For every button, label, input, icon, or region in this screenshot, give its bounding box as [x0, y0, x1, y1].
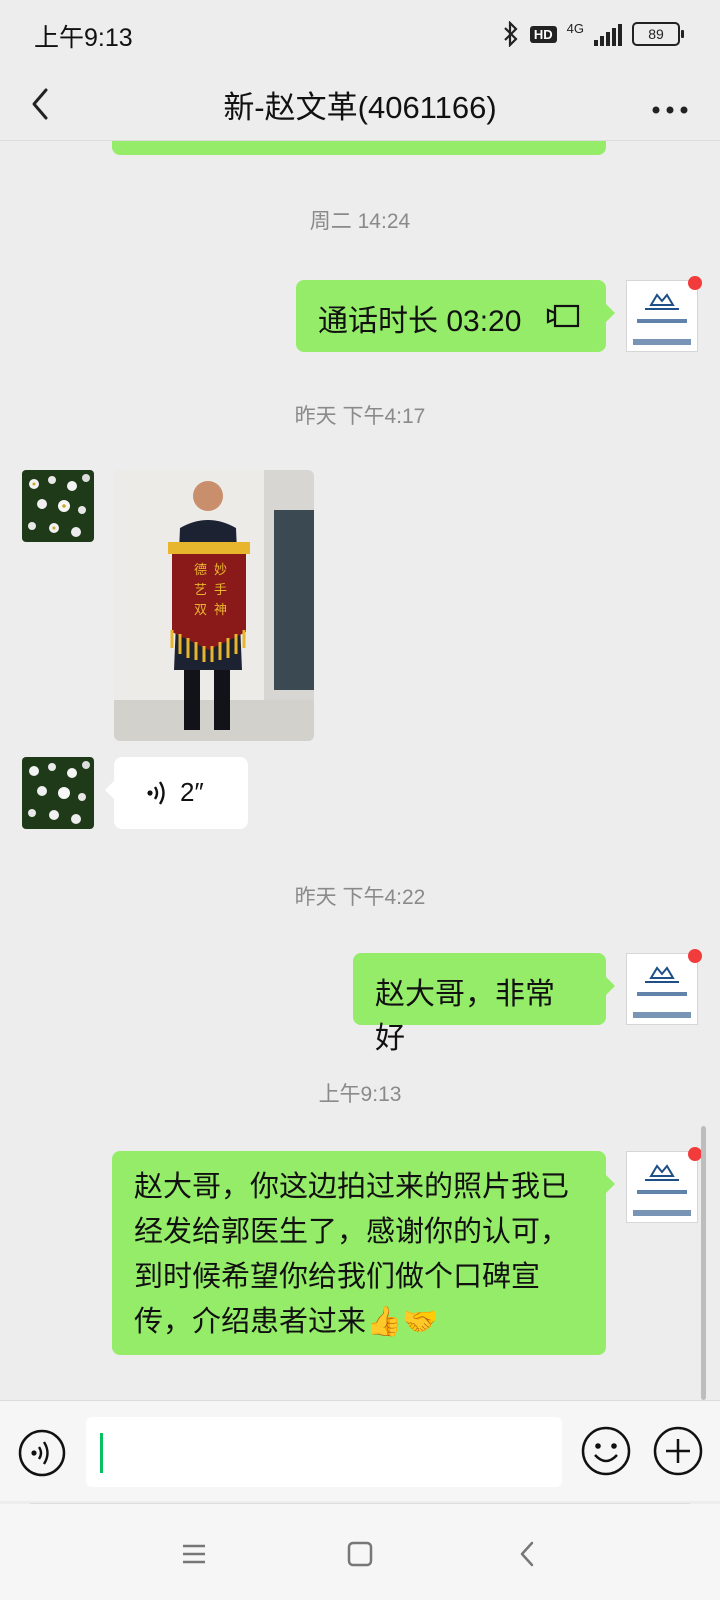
message-input[interactable] — [86, 1417, 562, 1487]
message-text: 赵大哥，非常好 — [375, 978, 555, 1055]
call-record-bubble[interactable]: 通话时长 03:20 — [296, 280, 615, 352]
message-bubble[interactable]: 赵大哥，你这边拍过来的照片我已经发给郭医生了，感谢你的认可，到时候希望你给我们做… — [112, 1151, 615, 1355]
my-avatar[interactable] — [626, 1147, 702, 1223]
my-avatar[interactable] — [626, 276, 702, 352]
more-functions-button[interactable] — [652, 1425, 704, 1477]
status-time: 上午9:13 — [34, 24, 133, 52]
flowers-avatar-image — [22, 757, 94, 829]
contact-avatar[interactable] — [22, 470, 94, 542]
video-call-icon — [546, 304, 580, 328]
hd-voice-icon: HD — [529, 25, 557, 43]
call-duration-text: 通话时长 03:20 — [318, 305, 522, 338]
clinic-logo — [633, 1164, 691, 1216]
banner-line-1: 妙 — [214, 563, 227, 578]
clinic-logo — [633, 293, 691, 345]
svg-text:手: 手 — [214, 583, 227, 598]
menu-icon — [183, 1544, 205, 1564]
status-bar: 上午9:13 HD 4G 89 — [0, 0, 720, 68]
voice-duration: 2″ — [180, 777, 204, 807]
text-cursor — [100, 1433, 103, 1473]
back-arrow-icon — [520, 1541, 534, 1567]
timestamp: 上午9:13 — [318, 1083, 402, 1106]
bluetooth-icon — [504, 21, 518, 47]
voice-icon — [18, 1429, 66, 1477]
emoji-icon — [581, 1426, 631, 1476]
signal-icon — [594, 22, 622, 46]
voice-wave-icon — [147, 781, 165, 805]
chat-scrollbar[interactable] — [701, 1126, 706, 1400]
more-button[interactable] — [646, 82, 694, 126]
status-icons: HD 4G 89 — [502, 18, 684, 50]
photo-image: 妙 手 神 德 艺 双 — [114, 470, 314, 741]
svg-text:双: 双 — [194, 603, 207, 618]
unread-dot — [688, 1147, 702, 1161]
voice-input-button[interactable] — [18, 1429, 66, 1477]
title-bar: 新-赵文革(4061166) — [0, 68, 720, 141]
timestamp: 昨天 下午4:17 — [294, 405, 426, 428]
battery-icon: 89 — [632, 22, 684, 46]
network-type: 4G — [566, 20, 584, 36]
unread-dot — [688, 949, 702, 963]
nav-home-button[interactable] — [336, 1530, 384, 1578]
nav-back-button[interactable] — [504, 1530, 552, 1578]
my-avatar[interactable] — [626, 949, 702, 1025]
input-bar — [0, 1400, 720, 1501]
system-nav-bar — [0, 1504, 720, 1600]
unread-dot — [688, 276, 702, 290]
nav-menu-button[interactable] — [170, 1530, 218, 1578]
emoji-button[interactable] — [580, 1425, 632, 1477]
message-text: 赵大哥，你这边拍过来的照片我已经发给郭医生了，感谢你的认可，到时候希望你给我们做… — [134, 1171, 570, 1338]
chat-title: 新-赵文革(4061166) — [223, 90, 497, 125]
svg-text:神: 神 — [214, 603, 227, 618]
contact-avatar[interactable] — [22, 757, 94, 829]
voice-message-bubble[interactable]: 2″ — [105, 757, 248, 829]
timestamp: 周二 14:24 — [309, 210, 411, 233]
banner-line-2: 德 — [194, 563, 207, 578]
timestamp: 昨天 下午4:22 — [294, 886, 426, 909]
clinic-logo — [633, 966, 691, 1018]
flowers-avatar-image — [22, 470, 94, 542]
message-bubble[interactable]: 赵大哥，非常好 — [353, 953, 615, 1055]
plus-icon — [653, 1426, 703, 1476]
more-icon — [652, 106, 688, 114]
home-square-icon — [347, 1541, 373, 1567]
previous-message-bubble[interactable] — [112, 141, 606, 155]
chat-area[interactable]: 周二 14:24 通话时长 03:20 昨天 下午4:17 妙 手 神 德 艺 … — [0, 141, 720, 1400]
photo-message[interactable]: 妙 手 神 德 艺 双 — [114, 470, 314, 741]
svg-text:艺: 艺 — [194, 583, 207, 598]
